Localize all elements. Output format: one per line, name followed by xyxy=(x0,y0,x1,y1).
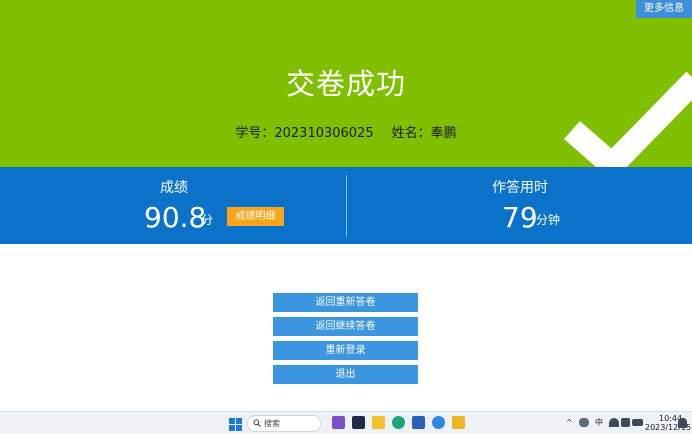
score-detail-button[interactable]: 成绩明细 xyxy=(227,207,284,226)
wifi-icon[interactable] xyxy=(609,418,619,427)
student-name: 奉鹏 xyxy=(430,126,457,141)
time-unit: 分钟 xyxy=(536,213,561,227)
notification-bell-icon[interactable] xyxy=(678,418,687,428)
tray-cloud-icon[interactable] xyxy=(579,418,589,427)
action-list: 返回重新答卷 返回继续答卷 重新登录 退出 xyxy=(273,293,418,389)
taskbar: 搜索 ^ 中 10:44 2023/12/15 xyxy=(0,411,692,434)
student-id: 202310306025 xyxy=(274,126,374,141)
score-unit: 分 xyxy=(201,213,214,227)
yellow-app-icon[interactable] xyxy=(452,416,465,429)
windows-start-icon[interactable] xyxy=(229,416,242,431)
score-value: 90.8 xyxy=(144,201,207,234)
ime-indicator[interactable]: 中 xyxy=(595,418,603,427)
continue-exam-button[interactable]: 返回继续答卷 xyxy=(273,317,418,336)
student-info: 学号：202310306025 姓名：奉鹏 xyxy=(0,124,692,144)
stats-bar: 成绩 90.8 分 成绩明细 作答用时 79 分钟 xyxy=(0,167,692,244)
file-explorer-icon[interactable] xyxy=(372,416,385,429)
time-value: 79 xyxy=(502,201,538,234)
search-placeholder: 搜索 xyxy=(264,419,280,428)
name-label: 姓名： xyxy=(391,126,431,141)
taskbar-search-input[interactable]: 搜索 xyxy=(247,415,321,432)
restart-exam-button[interactable]: 返回重新答卷 xyxy=(273,293,418,312)
student-id-label: 学号： xyxy=(235,126,275,141)
blue-app-icon[interactable] xyxy=(432,416,445,429)
score-label: 成绩 xyxy=(160,180,188,196)
volume-icon[interactable] xyxy=(621,418,630,427)
page-title: 交卷成功 xyxy=(285,67,406,101)
copilot-icon[interactable] xyxy=(352,416,365,429)
tray-chevron-icon[interactable]: ^ xyxy=(566,418,573,427)
store-icon[interactable] xyxy=(412,416,425,429)
time-label: 作答用时 xyxy=(492,180,548,196)
app-icon[interactable] xyxy=(332,416,345,429)
more-info-button[interactable]: 更多信息 xyxy=(636,0,692,18)
edge-icon[interactable] xyxy=(392,416,405,429)
exit-button[interactable]: 退出 xyxy=(273,365,418,384)
stats-divider xyxy=(346,175,347,237)
search-icon xyxy=(253,419,261,427)
battery-icon[interactable] xyxy=(632,419,643,426)
result-banner: 更多信息 交卷成功 学号：202310306025 姓名：奉鹏 xyxy=(0,0,692,167)
relogin-button[interactable]: 重新登录 xyxy=(273,341,418,360)
